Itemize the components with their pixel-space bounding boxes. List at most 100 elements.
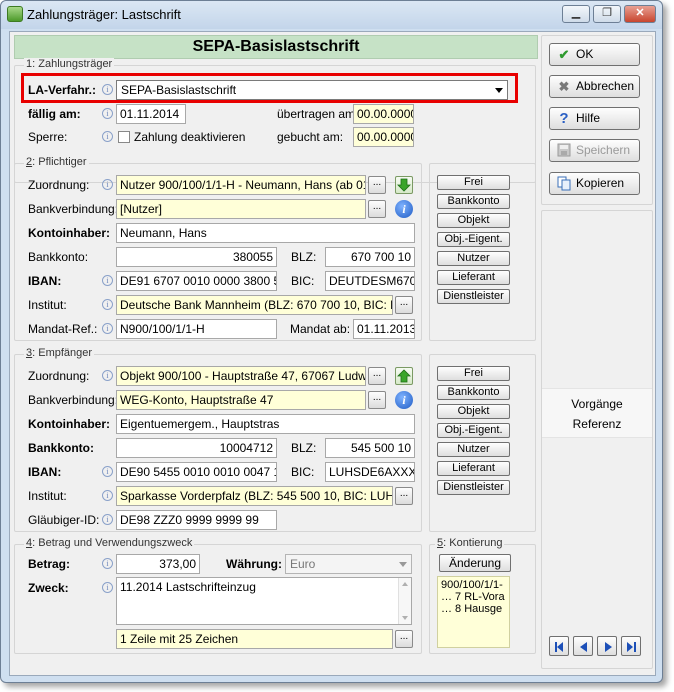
mandat-ab-label: Mandat ab: [290,322,351,336]
kontierung-list: 900/100/1/1- … 7 RL-Vora … 8 Hausge [437,576,510,648]
pflichtiger-dienstleister-button[interactable]: Dienstleister [437,289,510,304]
section-3-title: 3: Empfänger [24,347,95,359]
zuordnung-browse-button[interactable]: ... [368,176,386,194]
copy-icon [556,176,572,192]
title-bar[interactable]: Zahlungsträger: Lastschrift ▁ ❐ ✕ [1,1,662,29]
arrow-up-icon[interactable] [395,367,413,385]
minimize-button[interactable]: ▁ [562,5,590,23]
pflichtiger-kontoinhaber-input[interactable]: Neumann, Hans [116,223,415,243]
info-icon[interactable]: i [102,275,113,286]
nav-next-button[interactable] [597,636,617,656]
pflichtiger-lieferant-button[interactable]: Lieferant [437,270,510,285]
info-icon[interactable]: i [102,466,113,477]
uebertragen-label: übertragen am: [277,107,359,121]
faellig-input[interactable]: 01.11.2014 [116,104,186,124]
hilfe-button[interactable]: ? Hilfe [549,107,640,130]
info-icon[interactable]: i [102,179,113,190]
pflichtiger-nutzer-button[interactable]: Nutzer [437,251,510,266]
pflichtiger-iban-input[interactable]: DE91 6707 0010 0000 3800 55 [116,271,277,291]
mandat-ref-input[interactable]: N900/100/1/1-H [116,319,277,339]
institut-browse-button[interactable]: ... [395,296,413,314]
betrag-input[interactable]: 373,00 [116,554,200,574]
speichern-button[interactable]: Speichern [549,139,640,162]
zweck-scrollbar[interactable] [398,578,411,624]
nav-last-button[interactable] [621,636,641,656]
empfaenger-zuordnung-field[interactable]: Objekt 900/100 - Hauptstraße 47, 67067 L… [116,366,366,386]
zuordnung-label: Zuordnung: [28,369,90,383]
pflichtiger-bankkonto-input[interactable]: 380055 [116,247,277,267]
window-title: Zahlungsträger: Lastschrift [27,7,181,22]
arrow-down-icon[interactable] [395,176,413,194]
empfaenger-bankkonto-input[interactable]: 10004712 [116,438,277,458]
info-icon[interactable]: i [395,200,413,218]
info-icon[interactable]: i [102,370,113,381]
abbrechen-button[interactable]: ✖ Abbrechen [549,75,640,98]
waehrung-label: Währung: [226,557,282,571]
close-button[interactable]: ✕ [624,5,656,23]
pflichtiger-obj-eigent-button[interactable]: Obj.-Eigent. [437,232,510,247]
pflichtiger-objekt-button[interactable]: Objekt [437,213,510,228]
empfaenger-bic-input[interactable]: LUHSDE6AXXX [325,462,415,482]
pflichtiger-institut-field[interactable]: Deutsche Bank Mannheim (BLZ: 670 700 10,… [116,295,393,315]
pflichtiger-bankkonto-button[interactable]: Bankkonto [437,194,510,209]
info-icon[interactable]: i [102,299,113,310]
list-item: 900/100/1/1- [441,579,503,591]
nav-prev-button[interactable] [573,636,593,656]
pflichtiger-blz-input[interactable]: 670 700 10 [325,247,415,267]
nav-first-button[interactable] [549,636,569,656]
zweck-label: Zweck: [28,581,69,595]
chevron-down-icon [399,562,407,567]
section-2-title: 2: Pflichtiger [24,156,89,168]
info-icon[interactable]: i [102,490,113,501]
kontierung-aenderung-button[interactable]: Änderung [439,554,511,572]
empfaenger-bankkonto-button[interactable]: Bankkonto [437,385,510,400]
info-icon[interactable]: i [102,582,113,593]
zweck-browse-button[interactable]: ... [395,630,413,648]
info-icon[interactable]: i [102,558,113,569]
info-icon[interactable]: i [395,391,413,409]
glaeubiger-id-input[interactable]: DE98 ZZZ0 9999 9999 99 [116,510,277,530]
kontoinhaber-label: Kontoinhaber: [28,226,110,240]
zweck-textarea[interactable]: 11.2014 Lastschrifteinzug [116,577,412,625]
scroll-down-icon[interactable] [402,616,408,620]
section-5-title: 5: Kontierung [435,537,505,549]
side-panel-lower [541,210,653,669]
info-icon[interactable]: i [102,323,113,334]
empfaenger-bankverbindung-field[interactable]: WEG-Konto, Hauptstraße 47 [116,390,366,410]
maximize-button[interactable]: ❐ [593,5,621,23]
empfaenger-lieferant-button[interactable]: Lieferant [437,461,510,476]
empfaenger-obj-eigent-button[interactable]: Obj.-Eigent. [437,423,510,438]
kopieren-button[interactable]: Kopieren [549,172,640,195]
pflichtiger-bankverbindung-field[interactable]: [Nutzer] [116,199,366,219]
empfaenger-kontoinhaber-input[interactable]: Eigentuemergem., Hauptstras [116,414,415,434]
list-item: … 7 RL-Vora [441,591,505,603]
institut-browse-button[interactable]: ... [395,487,413,505]
uebertragen-field: 00.00.0000 [353,104,414,124]
bankverbindung-browse-button[interactable]: ... [368,391,386,409]
ok-button[interactable]: ✔ OK [549,43,640,66]
zuordnung-browse-button[interactable]: ... [368,367,386,385]
empfaenger-iban-input[interactable]: DE90 5455 0010 0010 0047 12 [116,462,277,482]
empfaenger-blz-input[interactable]: 545 500 10 [325,438,415,458]
info-icon[interactable]: i [102,108,113,119]
empfaenger-institut-field[interactable]: Sparkasse Vorderpfalz (BLZ: 545 500 10, … [116,486,393,506]
scroll-up-icon[interactable] [402,582,408,586]
empfaenger-nutzer-button[interactable]: Nutzer [437,442,510,457]
zahlung-deaktivieren-checkbox[interactable] [118,131,130,143]
betrag-label: Betrag: [28,557,71,571]
vorgaenge-referenz-box[interactable]: Vorgänge Referenz [542,388,652,438]
empfaenger-dienstleister-button[interactable]: Dienstleister [437,480,510,495]
empfaenger-frei-button[interactable]: Frei [437,366,510,381]
waehrung-select[interactable]: Euro [285,554,412,574]
bankverbindung-browse-button[interactable]: ... [368,200,386,218]
pflichtiger-bic-input[interactable]: DEUTDESM670 [325,271,415,291]
info-icon[interactable]: i [102,514,113,525]
empfaenger-objekt-button[interactable]: Objekt [437,404,510,419]
mandat-ab-input[interactable]: 01.11.2013 [353,319,415,339]
info-icon[interactable]: i [102,131,113,142]
pflichtiger-zuordnung-field[interactable]: Nutzer 900/100/1/1-H - Neumann, Hans (ab… [116,175,366,195]
zahlung-deaktivieren-label[interactable]: Zahlung deaktivieren [134,130,245,144]
pflichtiger-frei-button[interactable]: Frei [437,175,510,190]
help-icon: ? [559,110,569,127]
bankverbindung-label: Bankverbindung: [28,393,119,407]
